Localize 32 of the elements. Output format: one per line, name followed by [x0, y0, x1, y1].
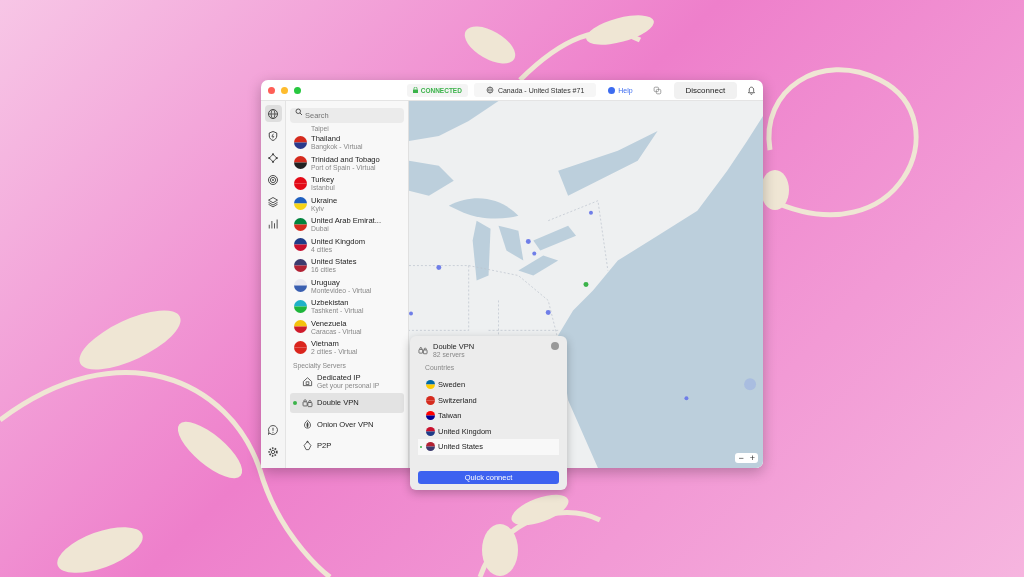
flag-icon	[426, 426, 435, 436]
flag-icon	[426, 442, 435, 452]
lock-icon	[412, 87, 418, 93]
padlocks-icon	[302, 397, 313, 409]
help-icon	[608, 86, 616, 94]
search-icon	[295, 108, 303, 116]
flag-icon	[294, 299, 307, 313]
globe-icon	[485, 86, 494, 94]
flag-icon	[294, 279, 307, 293]
house-icon	[302, 375, 313, 387]
flag-icon	[294, 135, 307, 149]
disconnect-button[interactable]: Disconnect	[673, 81, 738, 99]
close-button[interactable]	[268, 86, 275, 94]
zoom-out-button[interactable]: −	[735, 453, 747, 463]
flag-icon	[294, 258, 307, 272]
flag-icon	[294, 176, 307, 190]
flag-icon	[294, 320, 307, 334]
flag-icon	[294, 340, 307, 354]
flag-icon	[294, 238, 307, 252]
flag-icon	[294, 217, 307, 231]
flag-icon	[426, 395, 435, 405]
flag-icon	[294, 197, 307, 211]
globe-icon[interactable]	[264, 105, 282, 122]
bell-icon[interactable]	[747, 85, 756, 95]
onion-icon	[302, 418, 313, 430]
zoom-in-button[interactable]: +	[746, 453, 758, 463]
flag-icon	[426, 411, 435, 421]
close-icon[interactable]	[551, 342, 559, 350]
p2p-icon	[302, 440, 313, 452]
padlocks-icon	[418, 345, 428, 355]
flag-icon	[294, 156, 307, 170]
flag-icon	[426, 380, 435, 390]
